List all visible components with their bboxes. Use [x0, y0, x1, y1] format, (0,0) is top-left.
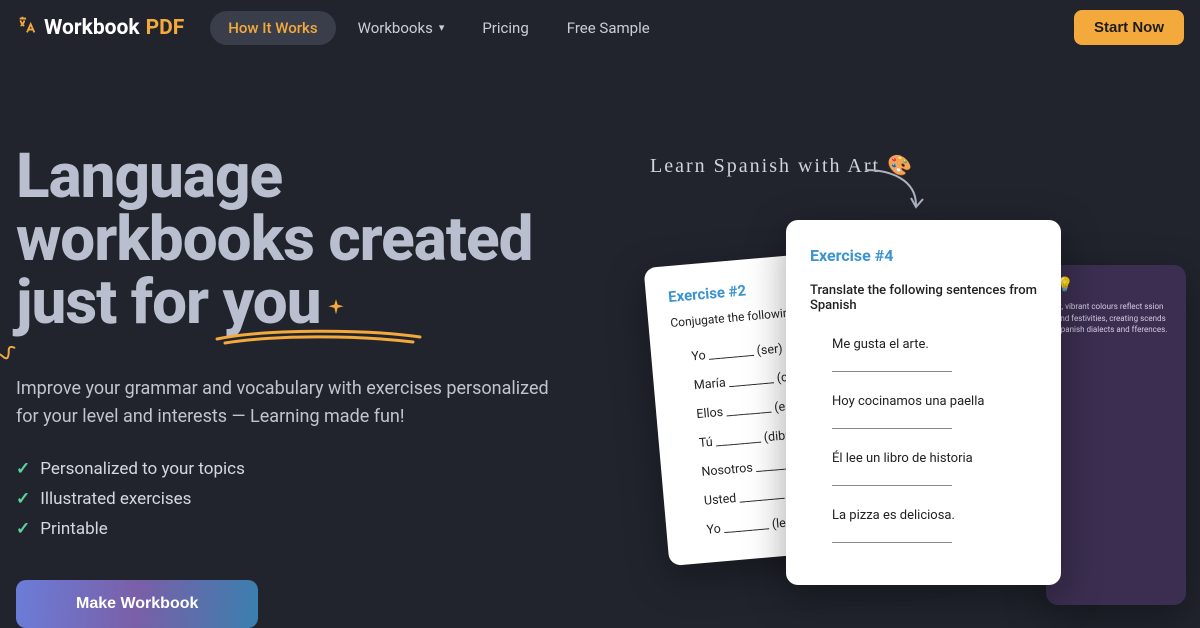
feature-label: Personalized to your topics — [40, 459, 245, 479]
underline-scribble-icon — [215, 327, 425, 347]
nav-workbooks-label: Workbooks — [358, 19, 433, 37]
card-item: Hoy cocinamos una paella — [828, 390, 1037, 447]
hero-title-line1: Language — [16, 140, 282, 213]
accent-squiggle-icon — [0, 341, 20, 366]
card-item: Él lee un libro de historia — [828, 447, 1037, 504]
card-title: Exercise #4 — [810, 246, 1037, 265]
illustration-text: rt, vibrant colours reflect ssion and fe… — [1056, 302, 1167, 334]
nav-workbooks[interactable]: Workbooks ▾ — [342, 11, 461, 45]
curved-arrow-icon — [861, 165, 931, 215]
brand-text-a: Workbook — [44, 16, 140, 40]
feature-label: Printable — [40, 519, 108, 539]
card-item: Me gusta el arte. — [828, 333, 1037, 390]
hero-right: Learn Spanish with Art 🎨 💡 rt, vibrant c… — [626, 145, 1184, 628]
card-item: La pizza es deliciosa. — [828, 504, 1037, 561]
chevron-down-icon: ▾ — [439, 21, 445, 34]
hero-title-line3a: just for — [16, 266, 223, 339]
start-now-button[interactable]: Start Now — [1074, 10, 1184, 45]
hero: Language workbooks created just for you … — [0, 55, 1200, 628]
nav-free-sample[interactable]: Free Sample — [551, 11, 666, 45]
check-icon: ✓ — [16, 489, 30, 509]
nav-how-it-works[interactable]: How It Works — [210, 11, 335, 45]
hero-left: Language workbooks created just for you … — [16, 145, 576, 628]
feature-list: ✓ Personalized to your topics ✓ Illustrate… — [16, 454, 576, 544]
feature-item: ✓ Personalized to your topics — [16, 454, 576, 484]
nav-pricing[interactable]: Pricing — [466, 11, 544, 45]
hero-title: Language workbooks created just for you — [16, 145, 576, 335]
check-icon: ✓ — [16, 459, 30, 479]
hero-subtitle: Improve your grammar and vocabulary with… — [16, 375, 556, 431]
sparkle-icon — [323, 271, 349, 334]
check-icon: ✓ — [16, 519, 30, 539]
translate-icon — [16, 14, 38, 42]
logo[interactable]: WorkbookPDF — [16, 14, 184, 42]
make-workbook-button[interactable]: Make Workbook — [16, 580, 258, 628]
feature-label: Illustrated exercises — [40, 489, 191, 509]
top-nav: WorkbookPDF How It Works Workbooks ▾ Pri… — [0, 0, 1200, 55]
workbook-card-illustration: 💡 rt, vibrant colours reflect ssion and … — [1046, 265, 1186, 605]
brand-text-b: PDF — [146, 16, 185, 40]
workbook-card-exercise4: Exercise #4 Translate the following sent… — [786, 220, 1061, 585]
lightbulb-icon: 💡 — [1056, 275, 1176, 295]
card-subtitle: Translate the following sentences from S… — [810, 283, 1037, 313]
feature-item: ✓ Illustrated exercises — [16, 484, 576, 514]
feature-item: ✓ Printable — [16, 514, 576, 544]
hero-title-line2: workbooks created — [16, 203, 533, 276]
